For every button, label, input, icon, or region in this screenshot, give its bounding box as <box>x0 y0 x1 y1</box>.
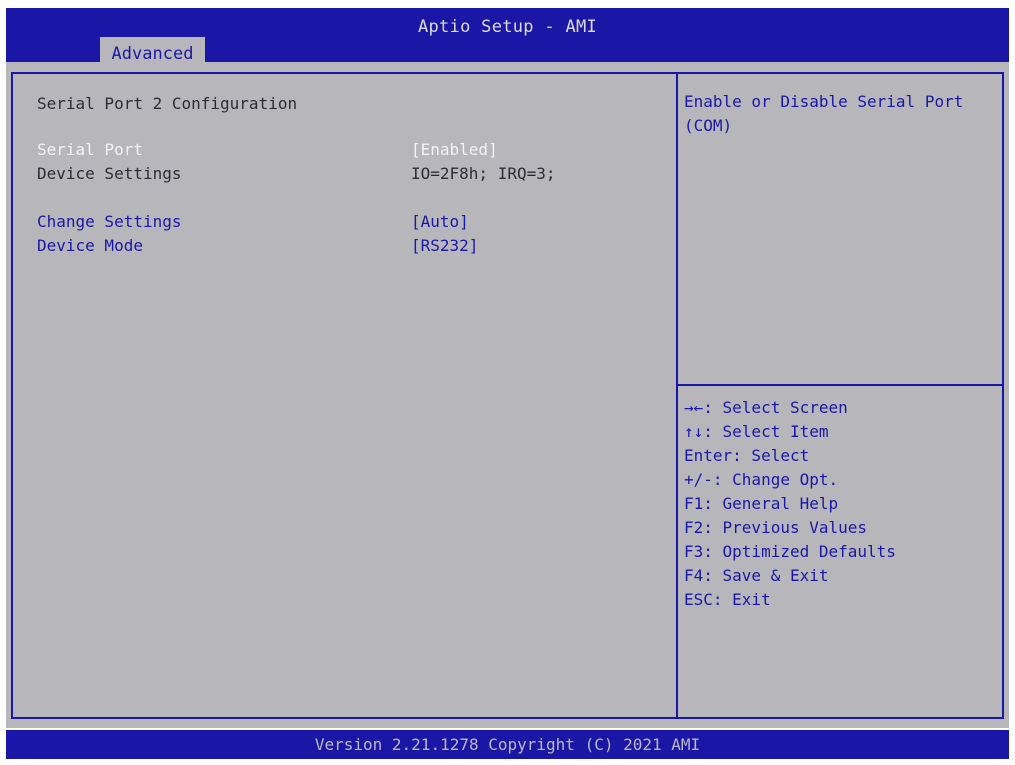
change-settings-value[interactable]: [Auto] <box>411 212 469 231</box>
key-esc-exit: ESC: Exit <box>684 590 771 609</box>
help-description: Enable or Disable Serial Port (COM) <box>684 92 964 135</box>
window-title: Aptio Setup - AMI <box>417 17 598 37</box>
device-settings-value: IO=2F8h; IRQ=3; <box>411 164 556 183</box>
key-enter-select: Enter: Select <box>684 446 810 465</box>
setup-panel: Serial Port 2 Configuration Serial Port … <box>6 62 1009 728</box>
key-general-help: F1: General Help <box>684 494 839 513</box>
key-save-exit: F4: Save & Exit <box>684 566 829 585</box>
title-bar: Aptio Setup - AMI Advanced <box>6 8 1009 70</box>
key-optimized-defaults: F3: Optimized Defaults <box>684 542 896 561</box>
change-settings-label[interactable]: Change Settings <box>37 212 182 231</box>
key-legend: →←: Select Screen ↑↓: Select Item Enter:… <box>684 396 896 612</box>
help-divider <box>678 384 1002 386</box>
serial-port-value[interactable]: [Enabled] <box>411 140 498 159</box>
settings-pane: Serial Port 2 Configuration Serial Port … <box>11 72 678 719</box>
version-footer: Version 2.21.1278 Copyright (C) 2021 AMI <box>6 730 1009 759</box>
key-select-screen: →←: Select Screen <box>684 398 848 417</box>
key-select-item: ↑↓: Select Item <box>684 422 829 441</box>
device-mode-value[interactable]: [RS232] <box>411 236 478 255</box>
serial-port-label[interactable]: Serial Port <box>37 140 143 159</box>
device-settings-label: Device Settings <box>37 164 182 183</box>
section-title: Serial Port 2 Configuration <box>37 94 298 113</box>
device-mode-label[interactable]: Device Mode <box>37 236 143 255</box>
help-pane: Enable or Disable Serial Port (COM) →←: … <box>676 72 1004 719</box>
key-change-opt: +/-: Change Opt. <box>684 470 839 489</box>
key-previous-values: F2: Previous Values <box>684 518 868 537</box>
